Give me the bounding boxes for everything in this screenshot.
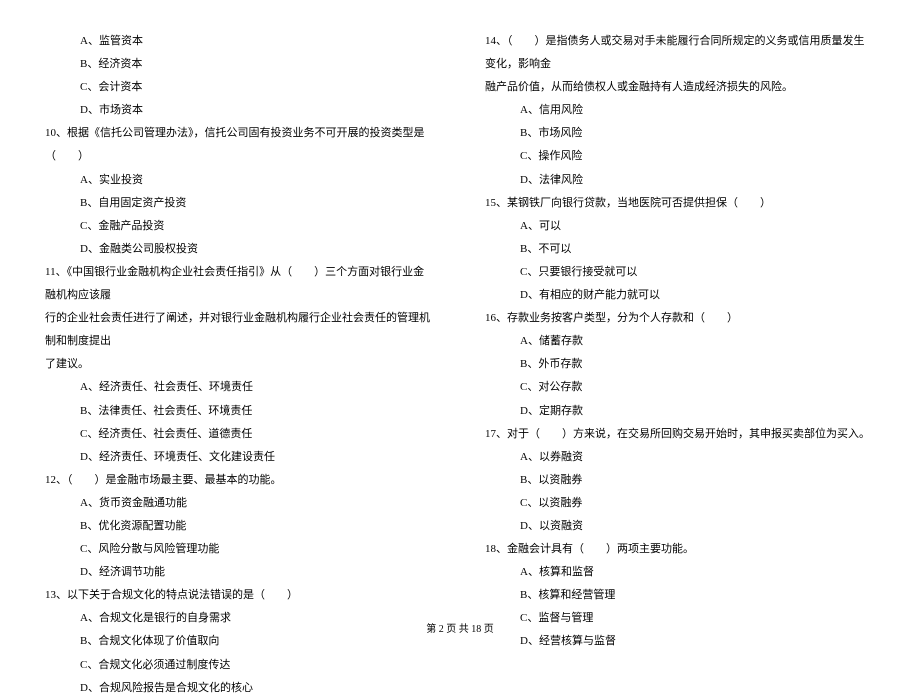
q9-option-b: B、经济资本: [45, 53, 435, 76]
q16-option-b: B、外币存款: [485, 353, 875, 376]
q9-option-d: D、市场资本: [45, 99, 435, 122]
q9-option-a: A、监管资本: [45, 30, 435, 53]
q16-option-d: D、定期存款: [485, 400, 875, 423]
q11-line3: 了建议。: [45, 353, 435, 376]
q10-text: 10、根据《信托公司管理办法》，信托公司固有投资业务不可开展的投资类型是（ ）: [45, 122, 435, 168]
q11-line1: 11、《中国银行业金融机构企业社会责任指引》从（ ）三个方面对银行业金融机构应该…: [45, 261, 435, 307]
q17-option-d: D、以资融资: [485, 515, 875, 538]
q18-option-b: B、核算和经营管理: [485, 584, 875, 607]
q10-option-b: B、自用固定资产投资: [45, 192, 435, 215]
q18-text: 18、金融会计具有（ ）两项主要功能。: [485, 538, 875, 561]
q14-option-a: A、信用风险: [485, 99, 875, 122]
q11-line2: 行的企业社会责任进行了阐述，并对银行业金融机构履行企业社会责任的管理机制和制度提…: [45, 307, 435, 353]
left-column: A、监管资本 B、经济资本 C、会计资本 D、市场资本 10、根据《信托公司管理…: [45, 30, 435, 700]
q11-option-c: C、经济责任、社会责任、道德责任: [45, 423, 435, 446]
q17-option-c: C、以资融券: [485, 492, 875, 515]
q11-option-a: A、经济责任、社会责任、环境责任: [45, 376, 435, 399]
q12-text: 12、（ ）是金融市场最主要、最基本的功能。: [45, 469, 435, 492]
page-footer: 第 2 页 共 18 页: [0, 620, 920, 635]
q16-text: 16、存款业务按客户类型，分为个人存款和（ ）: [485, 307, 875, 330]
q18-option-a: A、核算和监督: [485, 561, 875, 584]
q12-option-d: D、经济调节功能: [45, 561, 435, 584]
q10-option-a: A、实业投资: [45, 169, 435, 192]
q15-option-b: B、不可以: [485, 238, 875, 261]
q13-option-c: C、合规文化必须通过制度传达: [45, 654, 435, 677]
q15-text: 15、某钢铁厂向银行贷款，当地医院可否提供担保（ ）: [485, 192, 875, 215]
q10-option-c: C、金融产品投资: [45, 215, 435, 238]
q14-option-c: C、操作风险: [485, 145, 875, 168]
q13-option-d: D、合规风险报告是合规文化的核心: [45, 677, 435, 700]
q14-option-b: B、市场风险: [485, 122, 875, 145]
q14-line1: 14、（ ）是指债务人或交易对手未能履行合同所规定的义务或信用质量发生变化，影响…: [485, 30, 875, 76]
q12-option-b: B、优化资源配置功能: [45, 515, 435, 538]
q12-option-a: A、货币资金融通功能: [45, 492, 435, 515]
q17-option-b: B、以资融券: [485, 469, 875, 492]
q14-line2: 融产品价值，从而给债权人或金融持有人造成经济损失的风险。: [485, 76, 875, 99]
q13-text: 13、以下关于合规文化的特点说法错误的是（ ）: [45, 584, 435, 607]
q17-text: 17、对于（ ）方来说，在交易所回购交易开始时，其申报买卖部位为买入。: [485, 423, 875, 446]
q12-option-c: C、风险分散与风险管理功能: [45, 538, 435, 561]
right-column: 14、（ ）是指债务人或交易对手未能履行合同所规定的义务或信用质量发生变化，影响…: [485, 30, 875, 700]
q11-option-d: D、经济责任、环境责任、文化建设责任: [45, 446, 435, 469]
q11-option-b: B、法律责任、社会责任、环境责任: [45, 400, 435, 423]
q16-option-a: A、储蓄存款: [485, 330, 875, 353]
q15-option-d: D、有相应的财产能力就可以: [485, 284, 875, 307]
q14-option-d: D、法律风险: [485, 169, 875, 192]
q17-option-a: A、以券融资: [485, 446, 875, 469]
q9-option-c: C、会计资本: [45, 76, 435, 99]
q15-option-a: A、可以: [485, 215, 875, 238]
q16-option-c: C、对公存款: [485, 376, 875, 399]
q15-option-c: C、只要银行接受就可以: [485, 261, 875, 284]
q10-option-d: D、金融类公司股权投资: [45, 238, 435, 261]
